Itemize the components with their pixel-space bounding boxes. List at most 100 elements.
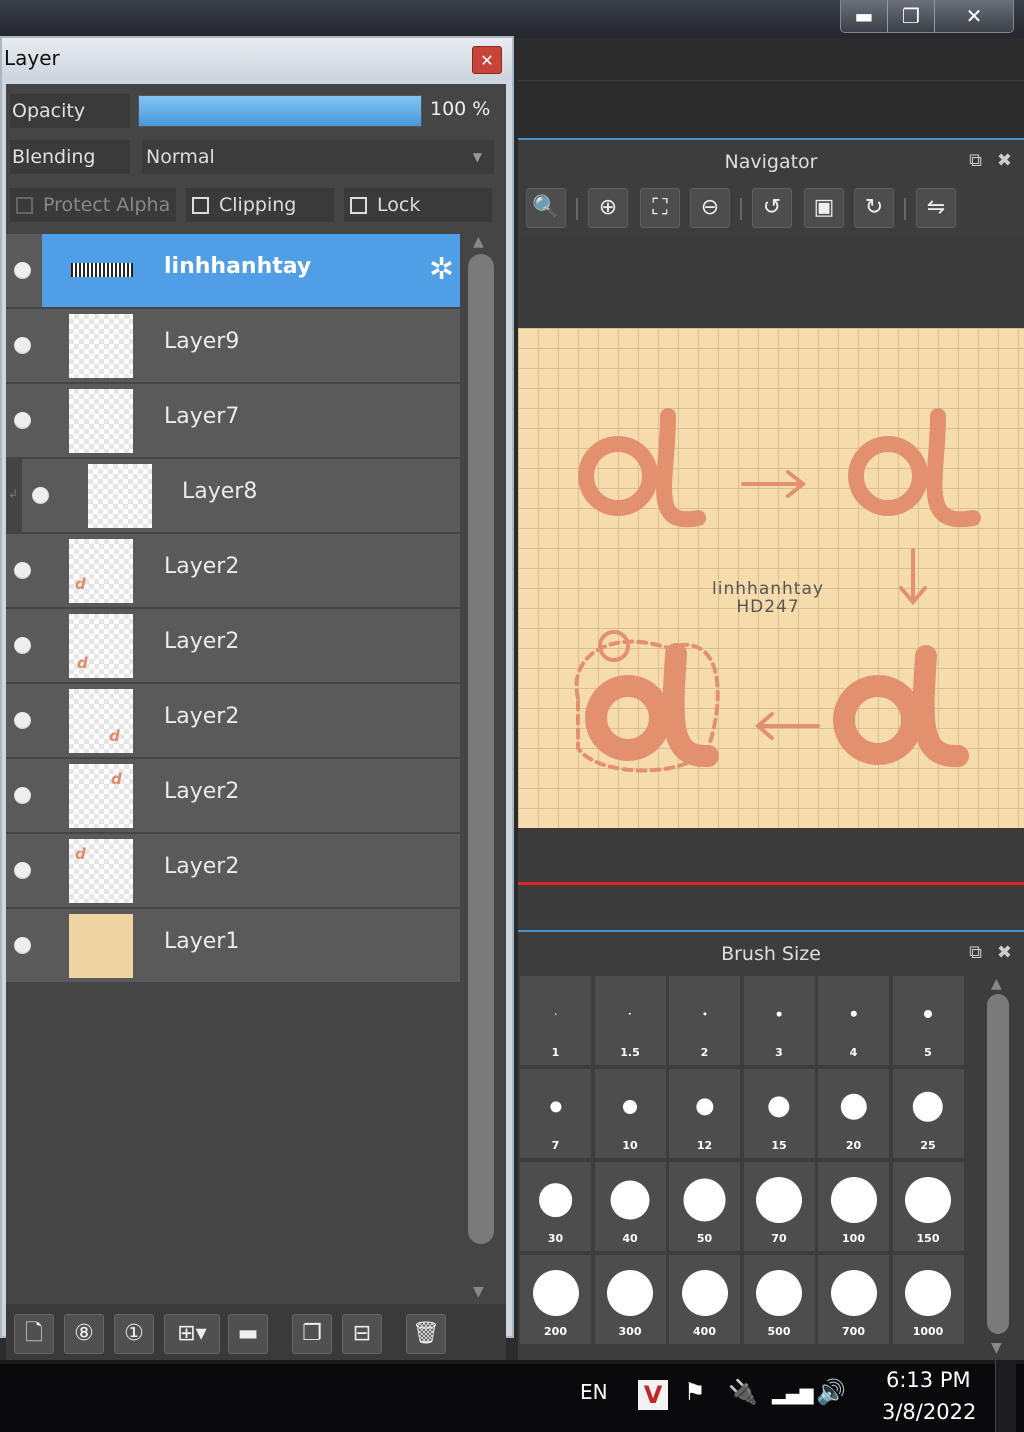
brush-size-option[interactable]: 700 bbox=[818, 1255, 889, 1344]
rotate-right-button[interactable]: ↻ bbox=[854, 188, 894, 228]
scroll-down-icon[interactable]: ▼ bbox=[991, 1340, 1002, 1356]
brush-size-option[interactable]: 10 bbox=[594, 1069, 666, 1158]
language-indicator[interactable]: EN bbox=[580, 1380, 608, 1404]
brush-size-option[interactable]: 400 bbox=[669, 1255, 740, 1344]
layer-row[interactable]: Layer8 bbox=[6, 459, 460, 532]
visibility-toggle[interactable] bbox=[6, 684, 42, 757]
layer-row[interactable]: linhhanhtay ✲ bbox=[6, 234, 460, 307]
opacity-slider[interactable] bbox=[138, 95, 422, 127]
duplicate-layer-button[interactable]: ❐ bbox=[292, 1314, 332, 1354]
speaker-icon[interactable]: 🔊 bbox=[816, 1378, 846, 1406]
scrollbar-thumb[interactable] bbox=[987, 994, 1009, 1334]
brush-size-option[interactable]: 7 bbox=[520, 1069, 591, 1158]
rotate-left-button[interactable]: ↺ bbox=[752, 188, 792, 228]
brush-size-option[interactable]: 12 bbox=[669, 1069, 740, 1158]
layer-row[interactable]: d Layer2 bbox=[6, 609, 460, 682]
flag-icon[interactable]: ⚑ bbox=[684, 1378, 706, 1406]
fit-view-button[interactable]: ⛶ bbox=[640, 188, 680, 228]
letter-d-stroke bbox=[578, 436, 658, 516]
brush-size-option[interactable]: 40 bbox=[594, 1162, 666, 1251]
brush-size-option[interactable]: 25 bbox=[892, 1069, 964, 1158]
navigator-view[interactable]: linhhanhtay HD247 bbox=[518, 236, 1024, 920]
brush-size-label: 2 bbox=[700, 1046, 709, 1059]
visibility-toggle[interactable] bbox=[6, 309, 42, 382]
brush-size-option[interactable]: 150 bbox=[892, 1162, 964, 1251]
brush-dot-icon bbox=[768, 1096, 790, 1118]
show-desktop-button[interactable] bbox=[995, 1360, 1016, 1432]
zoom-out-button[interactable]: ⊖ bbox=[690, 188, 730, 228]
minimize-button[interactable]: ▬ bbox=[841, 0, 887, 32]
clipping-checkbox[interactable]: Clipping bbox=[186, 188, 334, 222]
brush-size-option[interactable]: 70 bbox=[743, 1162, 815, 1251]
layer-row[interactable]: d Layer2 bbox=[6, 759, 460, 832]
brush-size-option[interactable]: 100 bbox=[818, 1162, 889, 1251]
popout-icon[interactable]: ⧉ bbox=[969, 150, 982, 171]
brush-size-option[interactable]: 1000 bbox=[892, 1255, 964, 1344]
reset-rotation-button[interactable]: ▣ bbox=[804, 188, 844, 228]
layer-list-scrollbar[interactable]: ▲ ▼ bbox=[464, 234, 500, 1300]
brush-size-label: 5 bbox=[924, 1046, 932, 1059]
new-folder-button[interactable]: ▬ bbox=[228, 1314, 268, 1354]
brush-size-option[interactable]: 1 bbox=[520, 976, 591, 1065]
maximize-button[interactable]: ❐ bbox=[887, 0, 934, 32]
scrollbar-thumb[interactable] bbox=[468, 254, 494, 1244]
brush-size-option[interactable]: 20 bbox=[818, 1069, 889, 1158]
brush-size-option[interactable]: 1.5 bbox=[594, 976, 666, 1065]
new-layer-button[interactable]: 🗋 bbox=[14, 1314, 54, 1354]
taskbar-edge bbox=[0, 1360, 1024, 1364]
power-plug-icon[interactable]: 🔌 bbox=[728, 1378, 758, 1406]
scroll-up-icon[interactable]: ▲ bbox=[473, 234, 484, 250]
brush-size-scrollbar[interactable]: ▲ ▼ bbox=[984, 976, 1014, 1356]
brush-size-option[interactable]: 2 bbox=[669, 976, 740, 1065]
layer-row[interactable]: Layer1 bbox=[6, 909, 460, 982]
layer-row[interactable]: d Layer2 bbox=[6, 534, 460, 607]
blending-dropdown[interactable]: Normal ▼ bbox=[142, 140, 494, 174]
scroll-up-icon[interactable]: ▲ bbox=[991, 976, 1002, 992]
clock-time[interactable]: 6:13 PM bbox=[886, 1368, 971, 1392]
clock-date[interactable]: 3/8/2022 bbox=[882, 1400, 976, 1424]
brush-size-option[interactable]: 3 bbox=[743, 976, 815, 1065]
new-1bit-layer-button[interactable]: ① bbox=[114, 1314, 154, 1354]
close-icon[interactable]: ✖ bbox=[997, 150, 1012, 171]
layer-row[interactable]: d Layer2 bbox=[6, 834, 460, 907]
visibility-toggle[interactable] bbox=[24, 459, 60, 532]
brush-size-option[interactable]: 500 bbox=[743, 1255, 815, 1344]
brush-size-option[interactable]: 30 bbox=[520, 1162, 591, 1251]
visibility-toggle[interactable] bbox=[6, 234, 42, 307]
brush-dot-icon bbox=[683, 1178, 726, 1222]
flip-horizontal-button[interactable]: ⇋ bbox=[916, 188, 956, 228]
popout-icon[interactable]: ⧉ bbox=[969, 942, 982, 963]
close-window-button[interactable]: ✕ bbox=[934, 0, 1013, 32]
protect-alpha-checkbox[interactable]: Protect Alpha bbox=[10, 188, 176, 222]
delete-layer-button[interactable]: 🗑 bbox=[406, 1314, 446, 1354]
scroll-down-icon[interactable]: ▼ bbox=[473, 1284, 484, 1300]
gear-icon[interactable]: ✲ bbox=[429, 252, 454, 287]
brush-size-option[interactable]: 50 bbox=[669, 1162, 740, 1251]
close-icon[interactable]: ✖ bbox=[997, 942, 1012, 963]
visibility-toggle[interactable] bbox=[6, 759, 42, 832]
brush-size-option[interactable]: 5 bbox=[892, 976, 964, 1065]
visibility-toggle[interactable] bbox=[6, 609, 42, 682]
brush-size-option[interactable]: 15 bbox=[743, 1069, 815, 1158]
layer-panel-close-button[interactable]: ✕ bbox=[472, 46, 502, 74]
visibility-toggle[interactable] bbox=[6, 834, 42, 907]
zoom-actual-button[interactable]: 🔍 bbox=[526, 188, 566, 228]
lock-checkbox[interactable]: Lock bbox=[344, 188, 492, 222]
brush-size-option[interactable]: 200 bbox=[520, 1255, 591, 1344]
visibility-toggle[interactable] bbox=[6, 909, 42, 982]
add-layer-dropdown-button[interactable]: ⊞▾ bbox=[164, 1314, 220, 1354]
zoom-in-button[interactable]: ⊕ bbox=[588, 188, 628, 228]
brush-size-option[interactable]: 4 bbox=[818, 976, 889, 1065]
visibility-toggle[interactable] bbox=[6, 384, 42, 457]
layer-row[interactable]: Layer7 bbox=[6, 384, 460, 457]
new-8bit-layer-button[interactable]: ⑧ bbox=[64, 1314, 104, 1354]
signal-icon[interactable]: ▂▄▆ bbox=[772, 1384, 814, 1405]
merge-layer-button[interactable]: ⊟ bbox=[342, 1314, 382, 1354]
vietkey-icon[interactable]: V bbox=[638, 1380, 668, 1410]
layer-row[interactable]: d Layer2 bbox=[6, 684, 460, 757]
brush-size-option[interactable]: 300 bbox=[594, 1255, 666, 1344]
layer-row[interactable]: Layer9 bbox=[6, 309, 460, 382]
letter-d-sketch-icon: d bbox=[75, 845, 86, 863]
visibility-toggle[interactable] bbox=[6, 534, 42, 607]
clipping-indicator-icon bbox=[6, 459, 22, 532]
